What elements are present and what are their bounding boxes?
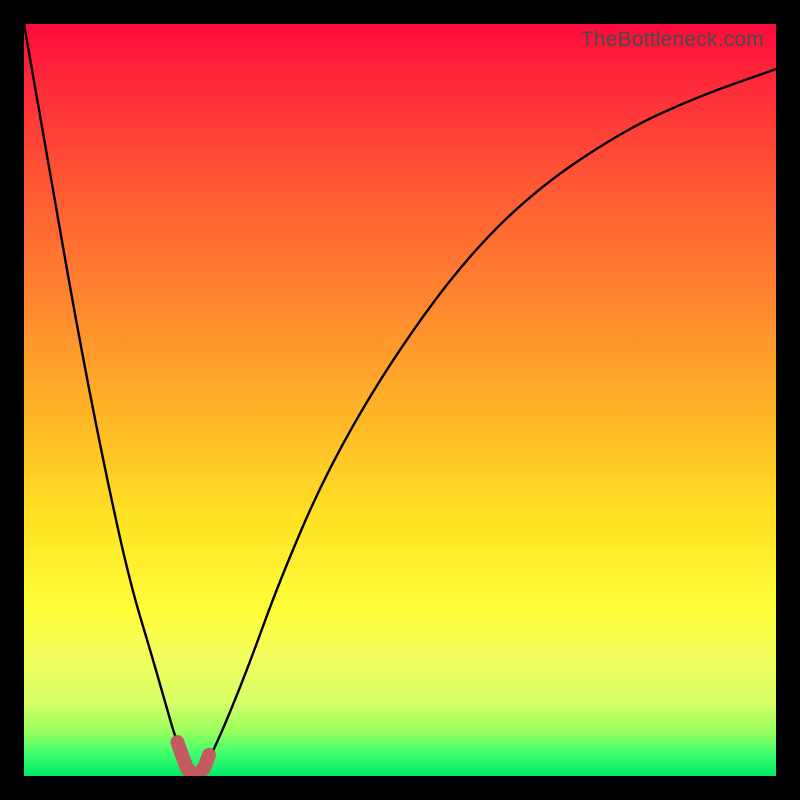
dip-marker-group — [177, 742, 209, 774]
bottleneck-curve — [24, 24, 776, 774]
watermark-text: TheBottleneck.com — [581, 28, 764, 52]
plot-area: TheBottleneck.com — [24, 24, 776, 776]
curve-layer — [24, 24, 776, 776]
dip-marker-path — [177, 742, 209, 774]
chart-frame: TheBottleneck.com — [0, 0, 800, 800]
